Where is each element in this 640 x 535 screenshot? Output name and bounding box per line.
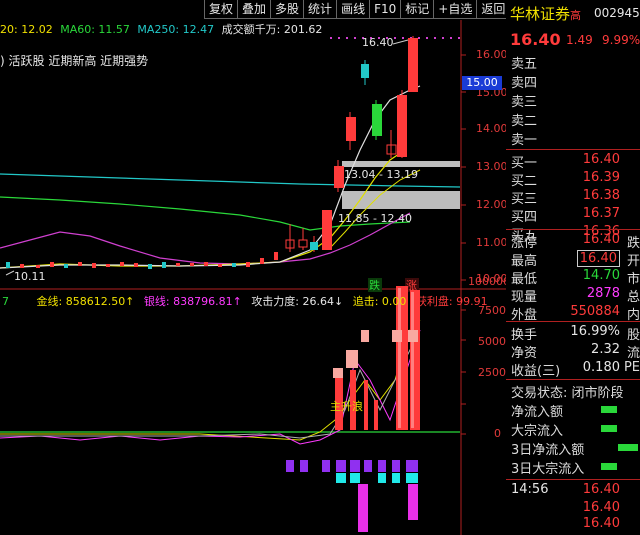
current-price-tag: 15.00: [462, 76, 502, 90]
ask-row: 卖五: [511, 57, 538, 72]
flow-net-inflow[interactable]: 净流入额: [506, 401, 640, 420]
stat-low: 最低 14.70 市: [511, 268, 640, 287]
price-tick: 13.00: [476, 160, 508, 173]
silver-line: [0, 329, 421, 445]
low-price-label: 10.11: [14, 270, 46, 283]
flow-3d-block-inflow[interactable]: 3日大宗流入: [506, 458, 640, 477]
ask-row: 卖三: [511, 95, 538, 110]
stat-high: 最高 16.40 开: [511, 250, 640, 269]
high-price-label: 16.40: [362, 36, 394, 49]
overlay-button[interactable]: 叠加: [237, 0, 272, 19]
attack-value: 攻击力度: 26.64↓: [251, 295, 344, 308]
ask-row: 卖二: [511, 114, 538, 129]
f10-button[interactable]: F10: [369, 0, 402, 19]
chase-value: 追击: 0.00: [352, 295, 407, 308]
flow-bar: [601, 463, 617, 470]
ask-row: 卖一: [511, 133, 538, 148]
turnover-value: 成交额千万: 201.62: [221, 23, 323, 36]
mark-button[interactable]: 标记: [400, 0, 435, 19]
rally-start-label: 主升浪: [330, 400, 363, 413]
price-tick: 12.00: [476, 198, 508, 211]
chart-toolbar: 复权 叠加 多股 统计 画线 F10 标记 +自选 返回: [204, 0, 511, 19]
flow-bar: [601, 425, 617, 432]
tag-zhang: 涨: [406, 279, 417, 292]
bid-row: 买一 16.40: [511, 152, 620, 171]
flow-bar: [618, 444, 638, 451]
kline-chart[interactable]: [0, 0, 506, 535]
add-watchlist-button[interactable]: +自选: [433, 0, 478, 19]
price-change: 1.49: [566, 33, 593, 47]
gold-line-value: 金线: 858612.50↑: [36, 295, 135, 308]
trade-status: 交易状态: 闭市阶段: [511, 386, 624, 401]
quote-panel: 华林证券高 002945 16.40 1.49 9.99% 卖五 卖四 卖三 卖…: [506, 0, 640, 535]
price-tick: 16.00: [476, 48, 508, 61]
tag-die: 跌: [369, 279, 380, 292]
zone-lower-label: 11.85 - 12.40: [338, 212, 412, 225]
sub-tick: 100000: [468, 275, 510, 288]
stat-eps: 收益(三) 0.180 PE: [511, 360, 640, 379]
flow-block-inflow[interactable]: 大宗流入: [506, 420, 640, 439]
bid-row: 买二 16.39: [511, 170, 620, 189]
zone-box-upper: [342, 161, 460, 167]
stat-limit-up: 涨停 16.40 跌: [511, 232, 640, 251]
stat-net-assets: 净资 2.32 流: [511, 342, 640, 361]
price-change-pct: 9.99%: [602, 33, 640, 47]
profit-value: 获利盘: 99.91: [415, 295, 488, 308]
stock-code: 002945: [594, 6, 640, 20]
tick-row: 16.40: [582, 516, 620, 531]
statistics-button[interactable]: 统计: [303, 0, 338, 19]
ma-legend: 20: 12.02 MA60: 11.57 MA250: 12.47 成交额千万…: [0, 21, 322, 37]
ma250-value: MA250: 12.47: [137, 23, 215, 36]
stock-name: 华林证券高: [510, 5, 582, 23]
multi-stock-button[interactable]: 多股: [270, 0, 305, 19]
restore-rights-button[interactable]: 复权: [204, 0, 239, 19]
last-price: 16.40: [510, 30, 561, 49]
ask-row: 卖四: [511, 76, 538, 91]
bid-row: 买四 16.37: [511, 206, 620, 225]
ma20-value: 20: 12.02: [0, 23, 53, 36]
ma60-value: MA60: 11.57: [60, 23, 130, 36]
flow-3d-net-inflow[interactable]: 3日净流入额: [506, 439, 640, 458]
stock-tags: ) 活跃股 近期新高 近期强势: [0, 54, 149, 68]
bid-row: 买三 16.38: [511, 188, 620, 207]
gold-line: [0, 319, 421, 441]
price-tick: 14.00: [476, 122, 508, 135]
stat-turnover: 换手 16.99% 股: [511, 324, 640, 343]
stock-tags-text: 活跃股 近期新高 近期强势: [8, 54, 149, 68]
flow-bar: [601, 406, 617, 413]
silver-line-value: 银线: 838796.81↑: [143, 295, 242, 308]
draw-line-button[interactable]: 画线: [336, 0, 371, 19]
zone-upper-label: 13.04 - 13.19: [344, 168, 418, 181]
tick-row: 14:56 16.40: [511, 482, 620, 497]
stat-volume: 现量 2878 总: [511, 286, 640, 305]
sub-indicator-legend: 7 金线: 858612.50↑ 银线: 838796.81↑ 攻击力度: 26…: [2, 295, 488, 308]
price-tick: 11.00: [476, 236, 508, 249]
sub-tick: 0: [494, 427, 501, 440]
bottom-blocks: [286, 460, 418, 532]
